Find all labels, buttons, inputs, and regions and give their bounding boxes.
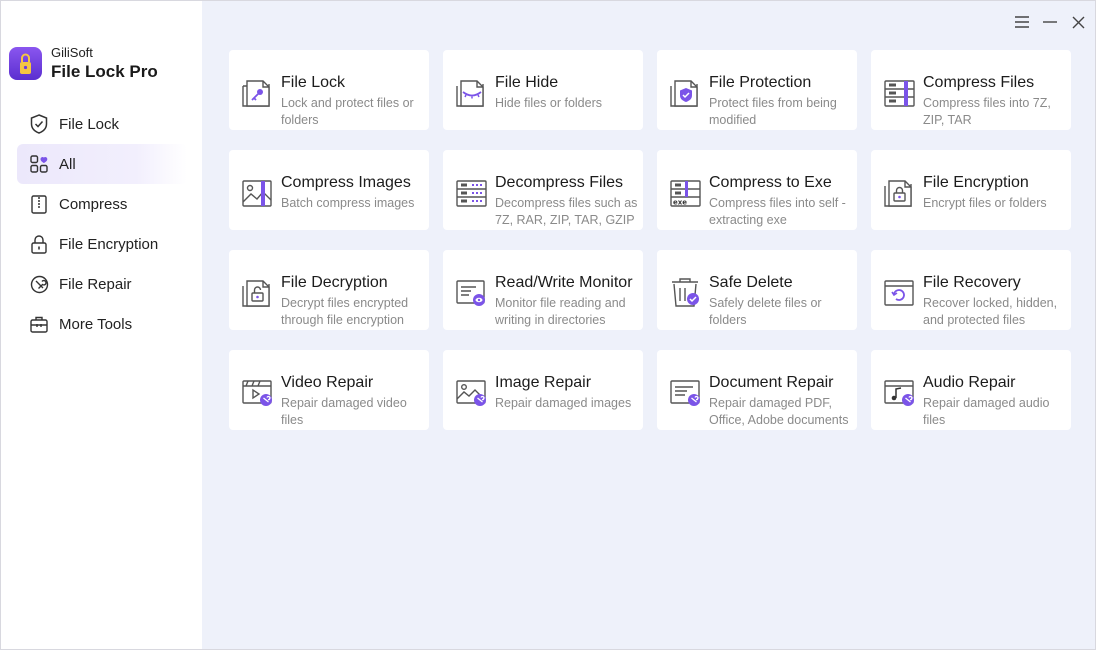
monitor-icon xyxy=(456,280,485,306)
sidebar-item-file-lock[interactable]: File Lock xyxy=(17,104,187,144)
tool-desc: Lock and protect files or folders xyxy=(281,96,414,127)
tool-desc: Hide files or folders xyxy=(495,96,602,110)
tool-desc: Encrypt files or folders xyxy=(923,196,1047,210)
lock-icon xyxy=(29,234,49,254)
tool-title: Document Repair xyxy=(709,374,834,391)
sidebar-item-label: File Lock xyxy=(59,115,120,133)
tool-card-image-repair[interactable]: Image Repair Repair damaged images xyxy=(443,350,643,430)
tool-card-compress-to-exe[interactable]: exe Compress to Exe Compress files into … xyxy=(657,150,857,230)
tool-card-decompress-files[interactable]: Decompress Files Decompress files such a… xyxy=(443,150,643,230)
tool-title: Image Repair xyxy=(495,374,592,391)
sidebar-nav: File Lock All Compress File Encryption F… xyxy=(17,104,187,344)
tool-card-compress-images[interactable]: Compress Images Batch compress images xyxy=(229,150,429,230)
tool-card-file-encryption[interactable]: File Encryption Encrypt files or folders xyxy=(871,150,1071,230)
grid-icon xyxy=(29,154,49,174)
tool-title: Safe Delete xyxy=(709,274,793,291)
tool-desc: Repair damaged audio files xyxy=(923,396,1050,427)
sidebar: GiliSoft File Lock Pro File Lock All Com… xyxy=(1,1,202,649)
sidebar-item-file-repair[interactable]: File Repair xyxy=(17,264,187,304)
tool-card-compress-files[interactable]: Compress Files Compress files into 7Z, Z… xyxy=(871,50,1071,130)
tool-title: File Encryption xyxy=(923,174,1029,191)
file-decryption-icon xyxy=(242,280,270,307)
compress-images-icon xyxy=(242,180,272,207)
tool-desc: Protect files from being modified xyxy=(709,96,837,127)
sidebar-item-more-tools[interactable]: More Tools xyxy=(17,304,187,344)
file-lock-icon xyxy=(242,80,270,107)
sidebar-item-label: File Repair xyxy=(59,275,132,293)
tool-title: Compress Files xyxy=(923,74,1035,91)
app-logo-icon xyxy=(9,46,42,80)
tool-desc: Compress files into 7Z, ZIP, TAR xyxy=(923,96,1051,127)
tool-card-file-recovery[interactable]: File Recovery Recover locked, hidden, an… xyxy=(871,250,1071,330)
main-panel: File Lock Lock and protect files or fold… xyxy=(202,1,1095,649)
svg-text:exe: exe xyxy=(673,199,687,207)
tool-title: File Protection xyxy=(709,74,812,91)
tool-card-file-decryption[interactable]: File Decryption Decrypt files encrypted … xyxy=(229,250,429,330)
tool-title: File Lock xyxy=(281,74,346,91)
brand: GiliSoft File Lock Pro xyxy=(9,43,158,83)
minimize-icon[interactable] xyxy=(1041,13,1059,31)
sidebar-item-file-encryption[interactable]: File Encryption xyxy=(17,224,187,264)
sidebar-item-label: File Encryption xyxy=(59,235,159,253)
toolbox-icon xyxy=(29,314,49,334)
sidebar-item-compress[interactable]: Compress xyxy=(17,184,187,224)
menu-icon[interactable] xyxy=(1013,13,1031,31)
decompress-files-icon xyxy=(456,180,487,207)
file-encryption-icon xyxy=(884,180,912,207)
document-repair-icon xyxy=(670,380,700,406)
tool-desc: Repair damaged video files xyxy=(281,396,407,427)
tool-card-audio-repair[interactable]: Audio Repair Repair damaged audio files xyxy=(871,350,1071,430)
sidebar-item-all[interactable]: All xyxy=(17,144,187,184)
tool-card-video-repair[interactable]: Video Repair Repair damaged video files xyxy=(229,350,429,430)
tool-card-file-lock[interactable]: File Lock Lock and protect files or fold… xyxy=(229,50,429,130)
sidebar-item-label: Compress xyxy=(59,195,128,213)
tool-title: Audio Repair xyxy=(923,374,1016,391)
tool-desc: Decompress files such as 7Z, RAR, ZIP, T… xyxy=(495,196,638,227)
brand-vendor: GiliSoft xyxy=(51,45,93,60)
tool-title: File Recovery xyxy=(923,274,1021,291)
tool-title: File Decryption xyxy=(281,274,388,291)
shield-icon xyxy=(29,114,49,134)
compress-files-icon xyxy=(884,80,915,107)
tool-card-file-protection[interactable]: File Protection Protect files from being… xyxy=(657,50,857,130)
video-repair-icon xyxy=(242,380,272,406)
compress-exe-icon: exe xyxy=(670,180,701,207)
zip-icon xyxy=(29,194,49,214)
tool-desc: Batch compress images xyxy=(281,196,415,210)
tool-card-safe-delete[interactable]: Safe Delete Safely delete files or folde… xyxy=(657,250,857,330)
window-controls xyxy=(1013,13,1087,31)
tool-title: Compress to Exe xyxy=(709,174,832,191)
tool-card-document-repair[interactable]: Document Repair Repair damaged PDF, Offi… xyxy=(657,350,857,430)
image-repair-icon xyxy=(456,380,486,406)
file-protection-icon xyxy=(670,80,698,107)
tool-desc: Monitor file reading and writing in dire… xyxy=(495,296,626,327)
tool-title: Decompress Files xyxy=(495,174,624,191)
app-window: GiliSoft File Lock Pro File Lock All Com… xyxy=(0,0,1096,650)
brand-product: File Lock Pro xyxy=(51,62,158,81)
tool-desc: Recover locked, hidden, and protected fi… xyxy=(923,296,1058,327)
tool-grid: File Lock Lock and protect files or fold… xyxy=(229,50,1071,430)
tool-desc: Repair damaged images xyxy=(495,396,632,410)
tool-title: Compress Images xyxy=(281,174,411,191)
tool-desc: Safely delete files or folders xyxy=(709,296,822,327)
file-recovery-icon xyxy=(884,280,914,306)
trash-icon xyxy=(672,278,699,307)
tool-card-file-hide[interactable]: File Hide Hide files or folders xyxy=(443,50,643,130)
sidebar-item-label: More Tools xyxy=(59,315,133,333)
tool-desc: Compress files into self - extracting ex… xyxy=(709,196,846,227)
tool-desc: Decrypt files encrypted through file enc… xyxy=(281,296,409,327)
tool-title: Video Repair xyxy=(281,374,374,391)
tool-card-read-write-monitor[interactable]: Read/Write Monitor Monitor file reading … xyxy=(443,250,643,330)
tool-title: File Hide xyxy=(495,74,559,91)
sidebar-item-label: All xyxy=(59,155,76,173)
tool-desc: Repair damaged PDF, Office, Adobe docume… xyxy=(709,396,849,427)
file-hide-icon xyxy=(456,80,484,107)
repair-icon xyxy=(29,274,49,294)
close-icon[interactable] xyxy=(1069,13,1087,31)
tool-title: Read/Write Monitor xyxy=(495,274,633,291)
audio-repair-icon xyxy=(884,380,914,406)
